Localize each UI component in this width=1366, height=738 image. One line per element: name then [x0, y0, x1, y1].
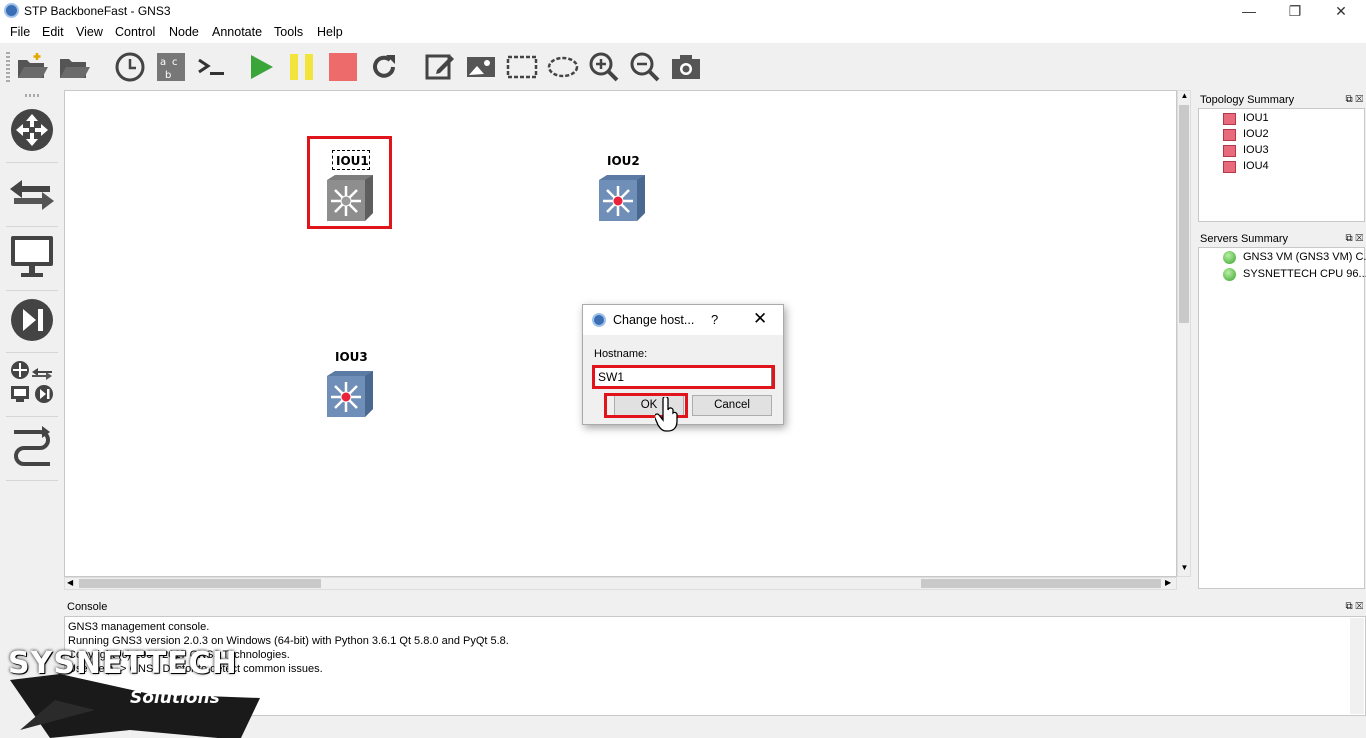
iou1-switch-icon[interactable]	[325, 174, 375, 224]
servers-summary-dock: Servers Summary ⧉ ☒ GNS3 VM (GNS3 VM) C.…	[1197, 229, 1366, 591]
server-status-icon	[1223, 251, 1236, 264]
canvas-horizontal-scrollbar[interactable]: ◀ ▶	[64, 577, 1177, 590]
menu-help[interactable]: Help	[317, 25, 343, 39]
rectangle-icon[interactable]	[505, 50, 539, 84]
dialog-title-bar: Change host... ? ✕	[583, 305, 783, 335]
cancel-button[interactable]: Cancel	[692, 395, 772, 416]
dock-grip[interactable]	[25, 94, 41, 97]
all-devices-icon[interactable]	[8, 358, 56, 406]
servers-list: GNS3 VM (GNS3 VM) C... SYSNETTECH CPU 96…	[1198, 247, 1366, 589]
switch-status-icon	[1223, 145, 1236, 157]
horizontal-scroll-thumb-right[interactable]	[921, 579, 1161, 588]
switch-status-icon	[1223, 161, 1236, 173]
dock-divider	[6, 416, 58, 417]
menu-edit[interactable]: Edit	[42, 25, 64, 39]
gns3-app-icon	[4, 3, 19, 18]
ellipse-icon[interactable]	[546, 50, 580, 84]
menu-view[interactable]: View	[76, 25, 103, 39]
gns3-dialog-icon	[592, 313, 606, 327]
scroll-up-icon[interactable]: ▲	[1179, 91, 1190, 103]
end-devices-icon[interactable]	[8, 232, 56, 280]
hostname-label: Hostname:	[594, 348, 648, 360]
canvas-vertical-scrollbar[interactable]: ▲ ▼	[1177, 90, 1191, 577]
open-project-icon[interactable]	[15, 50, 49, 84]
dialog-close-button[interactable]: ✕	[753, 309, 767, 329]
scroll-left-icon[interactable]: ◀	[67, 578, 77, 587]
watermark-sub-text: Solutions	[130, 688, 220, 708]
title-bar: STP BackboneFast - GNS3 — ❐ ✕	[0, 0, 1366, 22]
dock-divider	[6, 480, 58, 481]
node-types-dock	[0, 90, 64, 590]
switch-status-icon	[1223, 129, 1236, 141]
dock-divider	[6, 162, 58, 163]
iou3-switch-icon[interactable]	[325, 370, 375, 420]
dock-float-close-icons[interactable]: ⧉ ☒	[1346, 601, 1363, 612]
dock-float-close-icons[interactable]: ⧉ ☒	[1346, 233, 1363, 244]
svg-text:b: b	[165, 70, 171, 81]
topology-summary-dock: Topology Summary ⧉ ☒ IOU1 IOU2 IOU3 IOU4	[1197, 90, 1366, 225]
play-icon[interactable]	[244, 50, 278, 84]
reload-icon[interactable]	[367, 50, 401, 84]
svg-text:a: a	[160, 57, 166, 68]
switches-icon[interactable]	[8, 170, 56, 218]
change-hostname-dialog: Change host... ? ✕ Hostname: OK Cancel	[582, 304, 784, 432]
edit-note-icon[interactable]	[423, 50, 457, 84]
vertical-scroll-thumb[interactable]	[1179, 105, 1189, 323]
scroll-right-icon[interactable]: ▶	[1165, 578, 1175, 587]
switch-status-icon	[1223, 113, 1236, 125]
toolbar: acb	[0, 44, 1366, 90]
close-button[interactable]: ✕	[1318, 0, 1364, 22]
console-title: Console	[67, 601, 108, 613]
node-label-iou1[interactable]: IOU1	[336, 154, 369, 168]
svg-text:c: c	[172, 57, 178, 68]
dialog-title: Change host...	[613, 313, 695, 327]
iou2-switch-icon[interactable]	[597, 174, 647, 224]
horizontal-scroll-thumb-left[interactable]	[79, 579, 321, 588]
sysnettech-watermark: SYSNETTECH Solutions	[0, 640, 330, 738]
menu-annotate[interactable]: Annotate	[212, 25, 262, 39]
toolbar-grip[interactable]	[6, 52, 10, 82]
node-label-iou2[interactable]: IOU2	[607, 154, 640, 168]
clock-icon[interactable]	[113, 50, 147, 84]
scroll-down-icon[interactable]: ▼	[1179, 563, 1190, 575]
dock-divider	[6, 226, 58, 227]
restore-button[interactable]: ❐	[1272, 0, 1318, 22]
hostname-input[interactable]	[594, 367, 772, 387]
minimize-button[interactable]: —	[1226, 0, 1272, 22]
zoom-in-icon[interactable]	[587, 50, 621, 84]
pause-icon[interactable]	[285, 50, 319, 84]
console-icon[interactable]	[195, 50, 229, 84]
window-title: STP BackboneFast - GNS3	[24, 4, 171, 18]
image-icon[interactable]	[464, 50, 498, 84]
node-label-iou3[interactable]: IOU3	[335, 350, 368, 364]
add-link-icon[interactable]	[8, 422, 56, 470]
watermark-brand-text: SYSNETTECH	[8, 646, 238, 681]
routers-icon[interactable]	[8, 106, 56, 154]
dock-divider	[6, 290, 58, 291]
topology-summary-title: Topology Summary	[1200, 94, 1295, 106]
security-devices-icon[interactable]	[8, 296, 56, 344]
dock-float-close-icons[interactable]: ⧉ ☒	[1346, 94, 1363, 105]
topology-list: IOU1 IOU2 IOU3 IOU4	[1198, 108, 1365, 222]
dialog-help-button[interactable]: ?	[711, 312, 718, 327]
hand-cursor-icon	[655, 397, 678, 432]
console-scrollbar[interactable]	[1350, 618, 1364, 714]
server-status-icon	[1223, 268, 1236, 281]
servers-summary-title: Servers Summary	[1200, 233, 1289, 245]
menu-control[interactable]: Control	[115, 25, 155, 39]
abc-label-icon[interactable]: a cb	[154, 50, 188, 84]
menu-tools[interactable]: Tools	[274, 25, 303, 39]
menu-node[interactable]: Node	[169, 25, 199, 39]
console-line: GNS3 management console.	[68, 621, 210, 633]
dock-divider	[6, 352, 58, 353]
open-folder-icon[interactable]	[57, 50, 91, 84]
stop-icon[interactable]	[326, 50, 360, 84]
camera-icon[interactable]	[669, 50, 703, 84]
menu-file[interactable]: File	[10, 25, 30, 39]
zoom-out-icon[interactable]	[628, 50, 662, 84]
menu-bar: File Edit View Control Node Annotate Too…	[0, 22, 1366, 43]
